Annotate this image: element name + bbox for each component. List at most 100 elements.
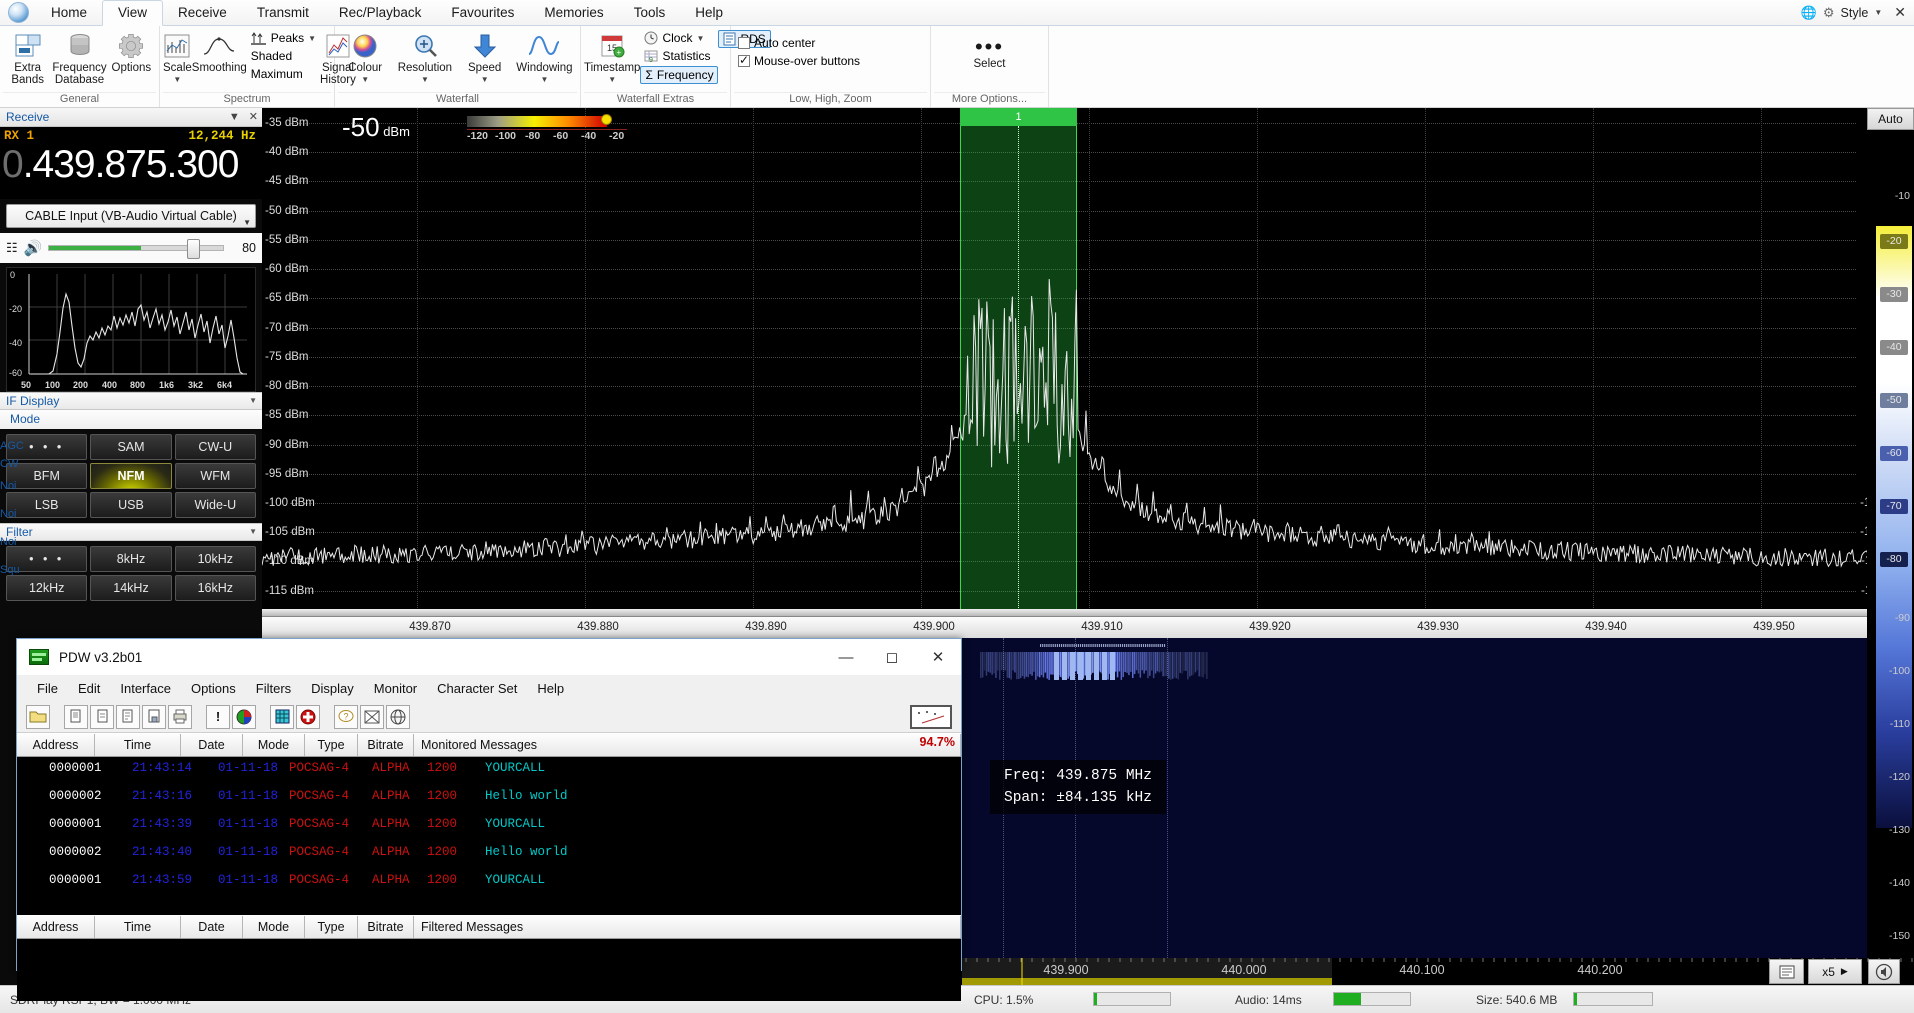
- pdw-col-date[interactable]: Date: [181, 734, 243, 756]
- gear-small-icon[interactable]: ⚙: [1823, 5, 1835, 21]
- mouse-over-buttons-checkbox[interactable]: Mouse-over buttons: [734, 52, 864, 70]
- pdw-menu-monitor[interactable]: Monitor: [364, 678, 427, 699]
- pdw-menu-options[interactable]: Options: [181, 678, 246, 699]
- mode-button-nfm[interactable]: NFM: [90, 463, 171, 489]
- pdw-col-monitored-messages[interactable]: Monitored Messages: [414, 734, 961, 756]
- pdw-col-address[interactable]: Address: [17, 734, 95, 756]
- chevron-down-icon[interactable]: ▼: [229, 111, 240, 123]
- print-icon[interactable]: [168, 705, 192, 729]
- pdw-minimize-button[interactable]: —: [823, 639, 869, 675]
- grid-icon[interactable]: [270, 705, 294, 729]
- input-device-select[interactable]: CABLE Input (VB-Audio Virtual Cable) ▼: [6, 204, 256, 228]
- windowing-button[interactable]: Windowing ▼: [512, 26, 577, 86]
- pdw-col-time[interactable]: Time: [95, 734, 181, 756]
- timestamp-button[interactable]: 15+ Timestamp ▼: [584, 26, 640, 86]
- scale-button[interactable]: Scale ▼: [163, 26, 192, 86]
- pdw-menu-help[interactable]: Help: [527, 678, 574, 699]
- speaker-icon[interactable]: 🔊: [24, 239, 43, 257]
- filter-section-header[interactable]: Filter ▼: [0, 523, 262, 541]
- rs-chip-20[interactable]: -20: [1880, 234, 1908, 249]
- table-row[interactable]: 0000001 21:43:59 01-11-18 POCSAG-4 ALPHA…: [17, 869, 961, 897]
- section-noise-1[interactable]: Noi: [0, 480, 16, 508]
- mode-button-usb[interactable]: USB: [90, 492, 171, 518]
- section-noise-2[interactable]: Noi: [0, 508, 16, 536]
- colour-button[interactable]: Colour ▼: [338, 26, 392, 86]
- section-noise-3[interactable]: Noi: [0, 536, 16, 564]
- save-as-icon[interactable]: [142, 705, 166, 729]
- statistics-button[interactable]: 9 Statistics: [640, 47, 718, 65]
- pdw-col2-bitrate[interactable]: Bitrate: [358, 916, 414, 938]
- tab-rec-playback[interactable]: Rec/Playback: [324, 1, 437, 25]
- chevron-down-icon[interactable]: ▼: [421, 74, 429, 86]
- filter-button-12khz[interactable]: 12kHz: [6, 575, 87, 601]
- chevron-down-icon[interactable]: ▼: [308, 34, 316, 43]
- options-button[interactable]: Options: [107, 26, 156, 74]
- frequency-toggle-button[interactable]: Σ Frequency: [640, 66, 718, 84]
- tab-favourites[interactable]: Favourites: [436, 1, 529, 25]
- rs-chip-60[interactable]: -60: [1880, 446, 1908, 461]
- pdw-menu-file[interactable]: File: [27, 678, 68, 699]
- tab-memories[interactable]: Memories: [529, 1, 618, 25]
- waterfall-color-scale[interactable]: Auto -10 -20 -30 -40 -50 -60 -70 -80 -90…: [1867, 108, 1914, 968]
- section-squelch[interactable]: Squ: [0, 564, 16, 592]
- globe-icon[interactable]: 🌐: [1801, 5, 1817, 21]
- tab-home[interactable]: Home: [36, 1, 102, 25]
- mode-button-sam[interactable]: SAM: [90, 434, 171, 460]
- clock-button[interactable]: Clock ▼: [640, 29, 718, 47]
- stop-record-icon[interactable]: [296, 705, 320, 729]
- speed-button[interactable]: Speed ▼: [458, 26, 512, 86]
- volume-slider[interactable]: [48, 245, 224, 251]
- help-balloon-icon[interactable]: ?: [334, 705, 358, 729]
- chevron-down-icon[interactable]: ▼: [243, 212, 251, 234]
- pdw-message-list[interactable]: 0000001 21:43:14 01-11-18 POCSAG-4 ALPHA…: [17, 757, 961, 915]
- pdw-col2-mode[interactable]: Mode: [243, 916, 305, 938]
- mode-button-lsb[interactable]: LSB: [6, 492, 87, 518]
- section-agc[interactable]: AGC: [0, 436, 16, 458]
- pdw-menu-edit[interactable]: Edit: [68, 678, 110, 699]
- table-row[interactable]: 0000002 21:43:16 01-11-18 POCSAG-4 ALPHA…: [17, 785, 961, 813]
- tab-receive[interactable]: Receive: [163, 1, 242, 25]
- tab-view[interactable]: View: [102, 0, 163, 26]
- app-orb-button[interactable]: [2, 0, 36, 25]
- rs-chip-50[interactable]: -50: [1880, 393, 1908, 408]
- pdw-col-mode[interactable]: Mode: [243, 734, 305, 756]
- frequency-database-button[interactable]: FrequencyDatabase: [52, 26, 106, 86]
- receive-panel-header[interactable]: Receive ▼ ✕: [0, 108, 262, 127]
- alert-icon[interactable]: !: [206, 705, 230, 729]
- mute-button[interactable]: [1868, 959, 1900, 984]
- rs-chip-40[interactable]: -40: [1880, 340, 1908, 355]
- open-folder-icon[interactable]: [26, 705, 50, 729]
- colour-pie-icon[interactable]: [232, 705, 256, 729]
- color-scale-gradient[interactable]: [1876, 226, 1912, 828]
- pdw-menu-filters[interactable]: Filters: [246, 678, 301, 699]
- pdw-maximize-button[interactable]: ◻: [869, 639, 915, 675]
- mode-button-cwu[interactable]: CW-U: [175, 434, 256, 460]
- extra-bands-button[interactable]: ExtraBands: [3, 26, 52, 86]
- chevron-down-icon[interactable]: ▼: [696, 34, 704, 43]
- close-icon[interactable]: ✕: [243, 111, 258, 123]
- chevron-down-icon[interactable]: ▼: [361, 74, 369, 86]
- table-row[interactable]: 0000001 21:43:39 01-11-18 POCSAG-4 ALPHA…: [17, 813, 961, 841]
- auto-scale-button[interactable]: Auto: [1867, 108, 1914, 130]
- equalizer-icon[interactable]: ☷: [6, 240, 18, 256]
- resolution-button[interactable]: Resolution ▼: [392, 26, 457, 86]
- section-cw[interactable]: CW: [0, 458, 16, 480]
- style-label[interactable]: Style: [1841, 6, 1869, 20]
- maximum-button[interactable]: Maximum: [247, 65, 320, 83]
- waterfall-display[interactable]: Freq: 439.875 MHz Span: ±84.135 kHz: [962, 638, 1914, 968]
- tab-transmit[interactable]: Transmit: [242, 1, 324, 25]
- shaded-button[interactable]: Shaded: [247, 47, 320, 65]
- chevron-down-icon[interactable]: ▼: [173, 74, 181, 86]
- copy2-icon[interactable]: [90, 705, 114, 729]
- zoom-control[interactable]: x5 ▶: [1808, 959, 1862, 984]
- volume-knob[interactable]: [187, 239, 200, 259]
- table-row[interactable]: 0000002 21:43:40 01-11-18 POCSAG-4 ALPHA…: [17, 841, 961, 869]
- mode-button-wfm[interactable]: WFM: [175, 463, 256, 489]
- pdw-close-button[interactable]: ✕: [915, 639, 961, 675]
- select-button[interactable]: ••• Select: [960, 26, 1020, 70]
- chevron-down-icon[interactable]: ▼: [1874, 8, 1882, 17]
- rs-chip-30[interactable]: -30: [1880, 287, 1908, 302]
- envelope-x-icon[interactable]: [360, 705, 384, 729]
- record-button[interactable]: [1769, 959, 1804, 984]
- mode-button-bfm[interactable]: BFM: [6, 463, 87, 489]
